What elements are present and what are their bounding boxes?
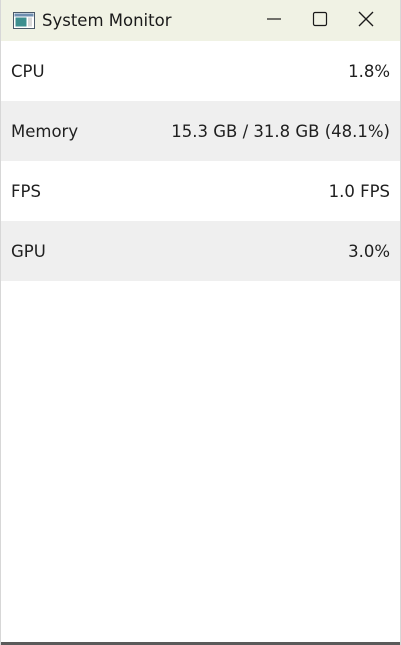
window-app-icon	[13, 12, 35, 29]
maximize-icon	[312, 11, 328, 31]
title-bar[interactable]: System Monitor	[1, 0, 400, 41]
metric-label: GPU	[11, 241, 46, 261]
close-icon	[357, 10, 375, 32]
metric-value: 15.3 GB / 31.8 GB (48.1%)	[171, 121, 390, 141]
metric-value: 1.0 FPS	[328, 181, 390, 201]
metric-value: 3.0%	[348, 241, 390, 261]
metric-label: CPU	[11, 61, 45, 81]
close-button[interactable]	[343, 0, 389, 41]
maximize-button[interactable]	[297, 0, 343, 41]
system-monitor-window: System Monitor CPU 1.8% Memory 15.3 GB /…	[0, 0, 401, 645]
minimize-button[interactable]	[251, 0, 297, 41]
metric-row-gpu: GPU 3.0%	[1, 221, 400, 281]
metric-value: 1.8%	[348, 61, 390, 81]
metric-row-cpu: CPU 1.8%	[1, 41, 400, 101]
window-title: System Monitor	[42, 11, 172, 30]
metric-row-memory: Memory 15.3 GB / 31.8 GB (48.1%)	[1, 101, 400, 161]
metrics-list: CPU 1.8% Memory 15.3 GB / 31.8 GB (48.1%…	[1, 41, 400, 281]
metric-row-fps: FPS 1.0 FPS	[1, 161, 400, 221]
metric-label: Memory	[11, 121, 79, 141]
minimize-icon	[266, 11, 282, 31]
metric-label: FPS	[11, 181, 41, 201]
